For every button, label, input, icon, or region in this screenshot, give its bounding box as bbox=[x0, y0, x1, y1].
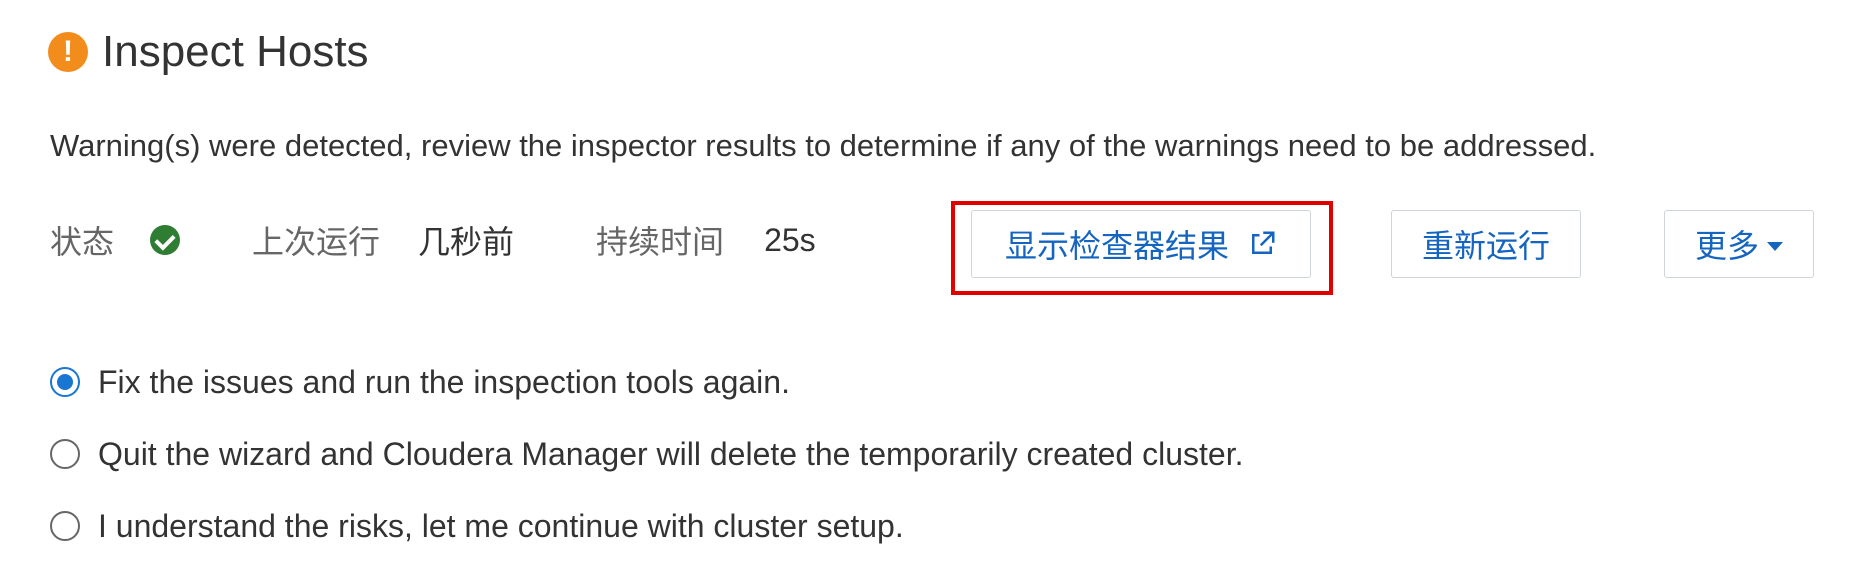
radio-button[interactable] bbox=[50, 511, 80, 541]
duration-label: 持续时间 bbox=[596, 224, 725, 260]
warning-message: Warning(s) were detected, review the ins… bbox=[50, 128, 1597, 163]
last-run-value: 几秒前 bbox=[418, 224, 515, 260]
option-label: Fix the issues and run the inspection to… bbox=[98, 363, 790, 400]
show-inspector-results-label: 显示检查器结果 bbox=[1004, 228, 1229, 264]
caret-down-icon bbox=[1767, 241, 1783, 251]
more-label: 更多 bbox=[1694, 228, 1759, 264]
page-header: ! Inspect Hosts bbox=[48, 22, 369, 82]
warning-icon: ! bbox=[48, 32, 88, 72]
page-title: Inspect Hosts bbox=[102, 27, 369, 76]
option-label: I understand the risks, let me continue … bbox=[98, 507, 904, 544]
status-row: 状态 上次运行 几秒前 持续时间 25s bbox=[50, 210, 816, 270]
option-fix-issues[interactable]: Fix the issues and run the inspection to… bbox=[50, 358, 790, 406]
status-label: 状态 bbox=[50, 224, 115, 260]
external-link-icon bbox=[1247, 229, 1277, 259]
radio-button-selected[interactable] bbox=[50, 367, 80, 397]
rerun-button[interactable]: 重新运行 bbox=[1391, 210, 1581, 278]
show-inspector-results-button[interactable]: 显示检查器结果 bbox=[971, 210, 1311, 278]
option-continue-setup[interactable]: I understand the risks, let me continue … bbox=[50, 502, 904, 550]
more-dropdown-button[interactable]: 更多 bbox=[1664, 210, 1814, 278]
option-label: Quit the wizard and Cloudera Manager wil… bbox=[98, 435, 1244, 472]
duration-value: 25s bbox=[764, 221, 816, 258]
check-circle-icon bbox=[150, 225, 181, 255]
radio-button[interactable] bbox=[50, 439, 80, 469]
option-quit-wizard[interactable]: Quit the wizard and Cloudera Manager wil… bbox=[50, 430, 1243, 478]
last-run-label: 上次运行 bbox=[252, 224, 381, 260]
